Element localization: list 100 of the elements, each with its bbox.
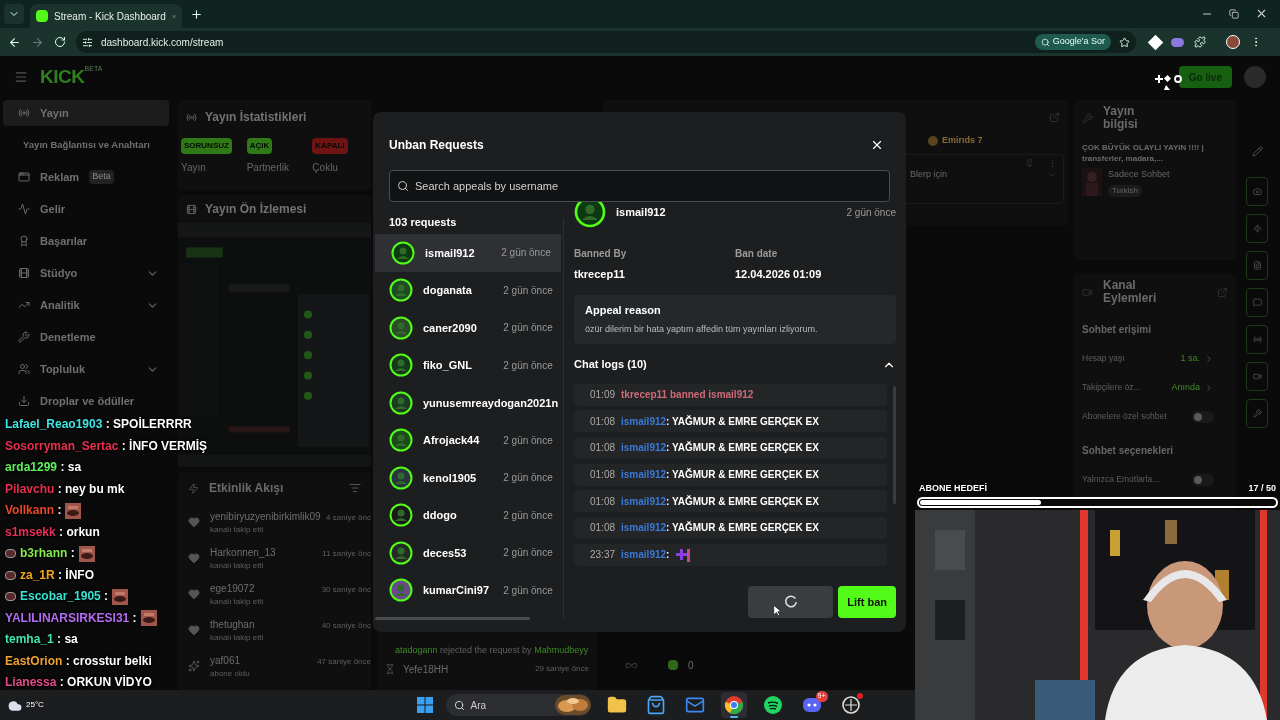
- log-time: 01:08: [590, 468, 616, 483]
- chat-message: b3rhann :: [20, 546, 75, 562]
- log-message: ismail912: YAĞMUR & EMRE GERÇEK EX: [621, 440, 819, 456]
- field-label: Ban date: [735, 247, 779, 261]
- search-icon: [453, 699, 465, 711]
- heart-icon: [188, 552, 200, 564]
- request-item[interactable]: caner2090 2 gün önce: [373, 309, 563, 347]
- request-item[interactable]: kumarCini97 2 gün önce: [373, 571, 563, 609]
- panel-title: Yayın İstatistikleri: [205, 109, 307, 126]
- sidebar-item[interactable]: Droplar ve ödüller: [3, 388, 169, 414]
- toggle[interactable]: [1192, 473, 1214, 486]
- close-icon[interactable]: [870, 138, 884, 152]
- event-time: 47 saniye önce: [317, 655, 371, 668]
- request-time: 2 gün önce: [503, 321, 553, 335]
- weather-icon: [8, 699, 22, 713]
- trend-icon: [18, 299, 30, 311]
- chat-message: arda1299 : sa: [5, 460, 82, 476]
- request-item[interactable]: yunusemreaydogan2021n: [373, 384, 563, 422]
- address-field[interactable]: dashboard.kick.com/stream Google'a Sor: [76, 31, 1136, 53]
- request-item[interactable]: kenol1905 2 gün önce: [373, 459, 563, 497]
- emote-icon: [675, 546, 692, 563]
- sidebar-item[interactable]: Topluluk: [3, 356, 169, 382]
- sidebar-item[interactable]: Denetleme: [3, 324, 169, 350]
- log-user: Yefe18HH: [403, 662, 449, 677]
- log-time: 01:08: [590, 441, 616, 456]
- sidebar-item[interactable]: Başarılar: [3, 228, 169, 254]
- toggle[interactable]: [1192, 410, 1214, 423]
- request-user: doganata: [423, 283, 472, 298]
- chat-message: Vollkann :: [5, 503, 62, 519]
- log-time: 29 saniye önce: [535, 663, 589, 675]
- chat-message: YALILINARSIRKESI31 :: [5, 610, 137, 626]
- appeal-text: özür dilerim bir hata yaptım affedin tüm yayınları izliyorum.: [585, 323, 819, 336]
- sidebar-item[interactable]: Gelir: [3, 196, 169, 222]
- kick-favicon-icon: [36, 10, 48, 22]
- request-item[interactable]: ismail912 2 gün önce: [375, 234, 561, 272]
- bookmark-icon[interactable]: [1119, 36, 1130, 48]
- heart-icon: [188, 516, 200, 528]
- film-icon: [186, 203, 197, 215]
- event-time: 30 saniye önc: [321, 583, 371, 596]
- request-user: kenol1905: [423, 470, 477, 486]
- language-tag: Turkish: [1108, 184, 1142, 197]
- search-field[interactable]: Search appeals by username: [389, 170, 890, 202]
- reload-icon[interactable]: [54, 36, 66, 48]
- log-message: ismail912:: [621, 548, 670, 563]
- log-message: ismail912: YAĞMUR & EMRE GERÇEK EX: [621, 467, 819, 483]
- award-icon: [18, 235, 30, 247]
- site-info-icon[interactable]: [82, 36, 93, 48]
- window-icon: [18, 171, 30, 183]
- status-tag: AÇIK: [246, 138, 273, 154]
- ask-google-chip[interactable]: Google'a Sor: [1034, 34, 1111, 50]
- request-item[interactable]: doganata 2 gün önce: [373, 271, 563, 309]
- tab-list-button[interactable]: [4, 4, 24, 24]
- request-user: deces53: [423, 545, 467, 561]
- sidebar-item[interactable]: Yayın Bağlantısı ve Anahtarı: [3, 132, 169, 158]
- forward-icon[interactable]: [31, 35, 44, 49]
- banned-by-value: tkrecep11: [574, 267, 626, 282]
- request-item[interactable]: deces53 2 gün önce: [373, 534, 563, 572]
- sidebar-item[interactable]: Stüdyo: [3, 260, 169, 286]
- close-icon[interactable]: [1255, 7, 1268, 20]
- chat-message: Sosorryman_Sertac : İNFO VERMİŞ: [5, 438, 208, 454]
- status-label: Yayın: [181, 161, 207, 175]
- back-icon[interactable]: [8, 35, 21, 49]
- taskbar-search[interactable]: Ara: [445, 694, 591, 716]
- panel-title: Etkinlik Akışı: [209, 480, 284, 497]
- broadcast-icon: [1252, 335, 1262, 344]
- spinner-icon: [783, 595, 798, 609]
- kick-logo[interactable]: KICK: [40, 62, 85, 92]
- chat-message: s1msekk : orkun: [5, 524, 100, 540]
- request-item[interactable]: Afrojack44 2 gün önce: [373, 421, 563, 459]
- log-time: 23:37: [590, 548, 616, 563]
- lift-ban-button[interactable]: Lift ban: [838, 586, 896, 618]
- sidebar-item[interactable]: Reklam Beta: [3, 164, 169, 190]
- wrench-icon: [1082, 112, 1093, 124]
- log-time: 01:08: [590, 494, 616, 509]
- extensions-icon[interactable]: [1194, 36, 1206, 48]
- sidebar-item[interactable]: Analitik: [3, 292, 169, 318]
- profile-avatar[interactable]: [1226, 35, 1240, 49]
- event-user: Harkonnen_13: [210, 545, 276, 560]
- new-tab-icon[interactable]: [190, 8, 203, 21]
- search-icon: [1040, 37, 1050, 47]
- points-label: Emirıds 7: [942, 134, 983, 148]
- event-user: thetughan: [210, 617, 255, 632]
- section-heading: Sohbet seçenekleri: [1082, 443, 1175, 458]
- loading-button[interactable]: [748, 586, 834, 618]
- request-item[interactable]: fiko_GNL 2 gün önce: [373, 346, 563, 384]
- appeal-title: Appeal reason: [585, 302, 662, 318]
- cursor-icon: [1154, 73, 1184, 91]
- setting-value: Anında: [1171, 380, 1200, 394]
- chat-message: za_1R : İNFO: [20, 567, 95, 583]
- browser-tab[interactable]: Stream - Kick Dashboard: [30, 4, 182, 28]
- request-item[interactable]: ddogo 2 gün önce: [373, 496, 563, 534]
- windows-icon[interactable]: [416, 697, 433, 713]
- avatar: [389, 315, 413, 340]
- request-user: fiko_GNL: [423, 358, 472, 373]
- avatar: [389, 465, 413, 490]
- filter-icon[interactable]: [349, 482, 361, 494]
- restore-icon[interactable]: [1229, 8, 1239, 19]
- event-time: 4 saniye önc: [326, 511, 371, 524]
- log-message: ismail912: YAĞMUR & EMRE GERÇEK EX: [621, 414, 819, 429]
- panel-title: Yayın Ön İzlemesi: [205, 201, 307, 218]
